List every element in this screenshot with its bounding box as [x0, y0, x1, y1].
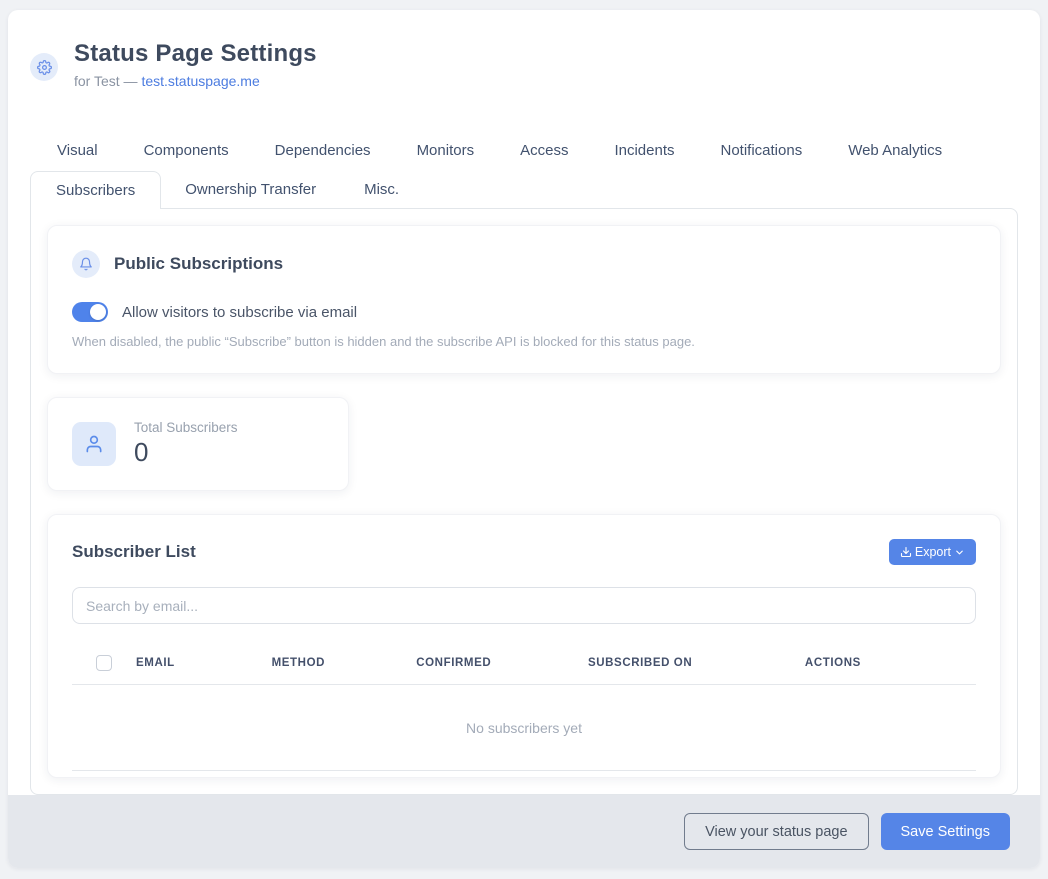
total-subscribers-value: 0: [134, 437, 238, 468]
subscribers-panel: Public Subscriptions Allow visitors to s…: [30, 208, 1018, 795]
tab-visual[interactable]: Visual: [34, 133, 121, 168]
tab-monitors[interactable]: Monitors: [394, 133, 498, 168]
total-subscribers-text: Total Subscribers 0: [134, 420, 238, 468]
tab-incidents[interactable]: Incidents: [591, 133, 697, 168]
public-subscriptions-title: Public Subscriptions: [114, 254, 283, 274]
user-icon: [72, 422, 116, 466]
toggle-knob: [90, 304, 106, 320]
tab-web-analytics[interactable]: Web Analytics: [825, 133, 965, 168]
export-button[interactable]: Export: [889, 539, 976, 565]
subscribe-toggle-label: Allow visitors to subscribe via email: [122, 304, 357, 321]
column-email: EMAIL: [128, 642, 264, 685]
footer-action-bar: View your status page Save Settings: [8, 795, 1040, 868]
tab-subscribers[interactable]: Subscribers: [30, 171, 161, 209]
subscriber-list-header: Subscriber List Export: [72, 539, 976, 565]
page-title: Status Page Settings: [74, 40, 317, 68]
tab-access[interactable]: Access: [497, 133, 591, 168]
subtitle-prefix: for Test —: [74, 73, 141, 89]
settings-window: Status Page Settings for Test — test.sta…: [8, 10, 1040, 868]
tab-components[interactable]: Components: [121, 133, 252, 168]
total-subscribers-label: Total Subscribers: [134, 420, 238, 435]
save-settings-button[interactable]: Save Settings: [881, 813, 1010, 850]
subscriber-list-title: Subscriber List: [72, 542, 196, 562]
table-header-row: EMAIL METHOD CONFIRMED SUBSCRIBED ON ACT…: [72, 642, 976, 685]
total-subscribers-card: Total Subscribers 0: [47, 397, 349, 491]
empty-state-text: No subscribers yet: [72, 685, 976, 771]
public-subscriptions-header: Public Subscriptions: [72, 250, 976, 278]
tab-ownership-transfer[interactable]: Ownership Transfer: [161, 171, 340, 208]
tab-notifications[interactable]: Notifications: [698, 133, 826, 168]
tab-dependencies[interactable]: Dependencies: [252, 133, 394, 168]
tab-misc[interactable]: Misc.: [340, 171, 423, 208]
tab-bar-primary: Visual Components Dependencies Monitors …: [30, 133, 1018, 168]
subscribe-help-text: When disabled, the public “Subscribe” bu…: [72, 334, 976, 349]
empty-state-row: No subscribers yet: [72, 685, 976, 771]
page-header: Status Page Settings for Test — test.sta…: [30, 40, 1018, 89]
settings-content: Status Page Settings for Test — test.sta…: [8, 10, 1040, 795]
subscriber-table: EMAIL METHOD CONFIRMED SUBSCRIBED ON ACT…: [72, 642, 976, 771]
search-input[interactable]: [72, 587, 976, 624]
select-all-checkbox[interactable]: [96, 655, 112, 671]
view-status-page-button[interactable]: View your status page: [684, 813, 868, 850]
gear-icon: [30, 53, 58, 81]
public-subscriptions-card: Public Subscriptions Allow visitors to s…: [47, 225, 1001, 374]
chevron-down-icon: [954, 547, 965, 558]
download-icon: [900, 546, 912, 558]
subscribe-toggle[interactable]: [72, 302, 108, 322]
column-subscribed-on: SUBSCRIBED ON: [580, 642, 797, 685]
column-confirmed: CONFIRMED: [408, 642, 580, 685]
status-page-link[interactable]: test.statuspage.me: [141, 73, 259, 89]
column-actions: ACTIONS: [797, 642, 976, 685]
page-subtitle: for Test — test.statuspage.me: [74, 73, 317, 89]
page-title-block: Status Page Settings for Test — test.sta…: [74, 40, 317, 89]
column-method: METHOD: [264, 642, 409, 685]
bell-icon: [72, 250, 100, 278]
subscribe-toggle-row: Allow visitors to subscribe via email: [72, 302, 976, 322]
select-all-cell: [72, 642, 128, 685]
tab-bar-secondary: Subscribers Ownership Transfer Misc.: [30, 171, 1018, 208]
export-button-label: Export: [915, 545, 951, 559]
subscriber-list-card: Subscriber List Export: [47, 514, 1001, 778]
